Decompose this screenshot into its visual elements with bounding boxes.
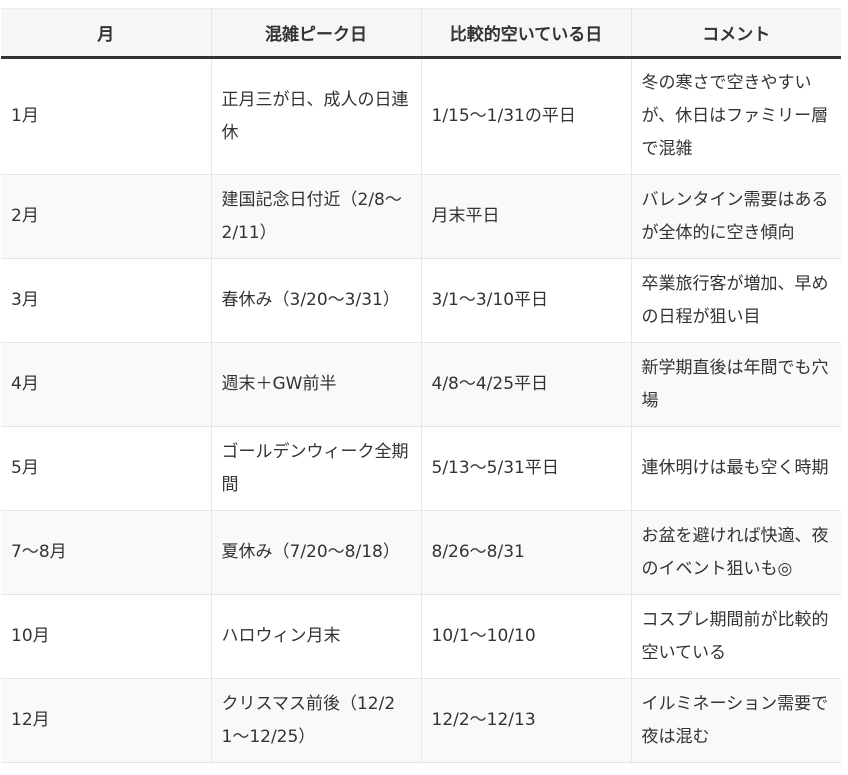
cell-comment: お盆を避ければ快適、夜のイベント狙いも◎ — [631, 510, 841, 595]
cell-peak-days: クリスマス前後（12/21〜12/25） — [211, 678, 422, 763]
table-row: 5月 ゴールデンウィーク全期間 5/13〜5/31平日 連休明けは最も空く時期 — [1, 426, 841, 511]
crowd-calendar-table: 月 混雑ピーク日 比較的空いている日 コメント 1月 正月三が日、成人の日連休 … — [1, 8, 841, 763]
cell-quiet-days: 5/13〜5/31平日 — [421, 426, 632, 511]
cell-comment: 冬の寒さで空きやすいが、休日はファミリー層で混雑 — [631, 57, 841, 175]
header-month: 月 — [1, 8, 212, 59]
cell-peak-days: ハロウィン月末 — [211, 594, 422, 679]
cell-comment: バレンタイン需要はあるが全体的に空き傾向 — [631, 174, 841, 259]
cell-month: 3月 — [1, 258, 212, 343]
cell-quiet-days: 1/15〜1/31の平日 — [421, 57, 632, 175]
cell-comment: 連休明けは最も空く時期 — [631, 426, 841, 511]
cell-quiet-days: 8/26〜8/31 — [421, 510, 632, 595]
cell-month: 7〜8月 — [1, 510, 212, 595]
table-header: 月 混雑ピーク日 比較的空いている日 コメント — [1, 8, 841, 59]
table-row: 12月 クリスマス前後（12/21〜12/25） 12/2〜12/13 イルミネ… — [1, 678, 841, 763]
cell-month: 4月 — [1, 342, 212, 427]
cell-peak-days: 週末＋GW前半 — [211, 342, 422, 427]
cell-month: 1月 — [1, 57, 212, 175]
header-quiet-days: 比較的空いている日 — [421, 8, 632, 59]
header-peak-days: 混雑ピーク日 — [211, 8, 422, 59]
cell-month: 2月 — [1, 174, 212, 259]
header-row: 月 混雑ピーク日 比較的空いている日 コメント — [1, 8, 841, 59]
header-comment: コメント — [631, 8, 841, 59]
cell-month: 10月 — [1, 594, 212, 679]
cell-quiet-days: 12/2〜12/13 — [421, 678, 632, 763]
cell-comment: コスプレ期間前が比較的空いている — [631, 594, 841, 679]
cell-comment: 卒業旅行客が増加、早めの日程が狙い目 — [631, 258, 841, 343]
cell-month: 5月 — [1, 426, 212, 511]
cell-peak-days: 夏休み（7/20〜8/18） — [211, 510, 422, 595]
cell-quiet-days: 3/1〜3/10平日 — [421, 258, 632, 343]
table-row: 4月 週末＋GW前半 4/8〜4/25平日 新学期直後は年間でも穴場 — [1, 342, 841, 427]
cell-peak-days: 正月三が日、成人の日連休 — [211, 57, 422, 175]
cell-quiet-days: 10/1〜10/10 — [421, 594, 632, 679]
cell-comment: 新学期直後は年間でも穴場 — [631, 342, 841, 427]
cell-quiet-days: 月末平日 — [421, 174, 632, 259]
cell-comment: イルミネーション需要で夜は混む — [631, 678, 841, 763]
table-row: 7〜8月 夏休み（7/20〜8/18） 8/26〜8/31 お盆を避ければ快適、… — [1, 510, 841, 595]
table-row: 2月 建国記念日付近（2/8〜2/11） 月末平日 バレンタイン需要はあるが全体… — [1, 174, 841, 259]
cell-month: 12月 — [1, 678, 212, 763]
cell-peak-days: 春休み（3/20〜3/31） — [211, 258, 422, 343]
table-row: 1月 正月三が日、成人の日連休 1/15〜1/31の平日 冬の寒さで空きやすいが… — [1, 57, 841, 175]
table-row: 3月 春休み（3/20〜3/31） 3/1〜3/10平日 卒業旅行客が増加、早め… — [1, 258, 841, 343]
table-body: 1月 正月三が日、成人の日連休 1/15〜1/31の平日 冬の寒さで空きやすいが… — [1, 57, 841, 763]
cell-peak-days: 建国記念日付近（2/8〜2/11） — [211, 174, 422, 259]
cell-peak-days: ゴールデンウィーク全期間 — [211, 426, 422, 511]
table-row: 10月 ハロウィン月末 10/1〜10/10 コスプレ期間前が比較的空いている — [1, 594, 841, 679]
cell-quiet-days: 4/8〜4/25平日 — [421, 342, 632, 427]
